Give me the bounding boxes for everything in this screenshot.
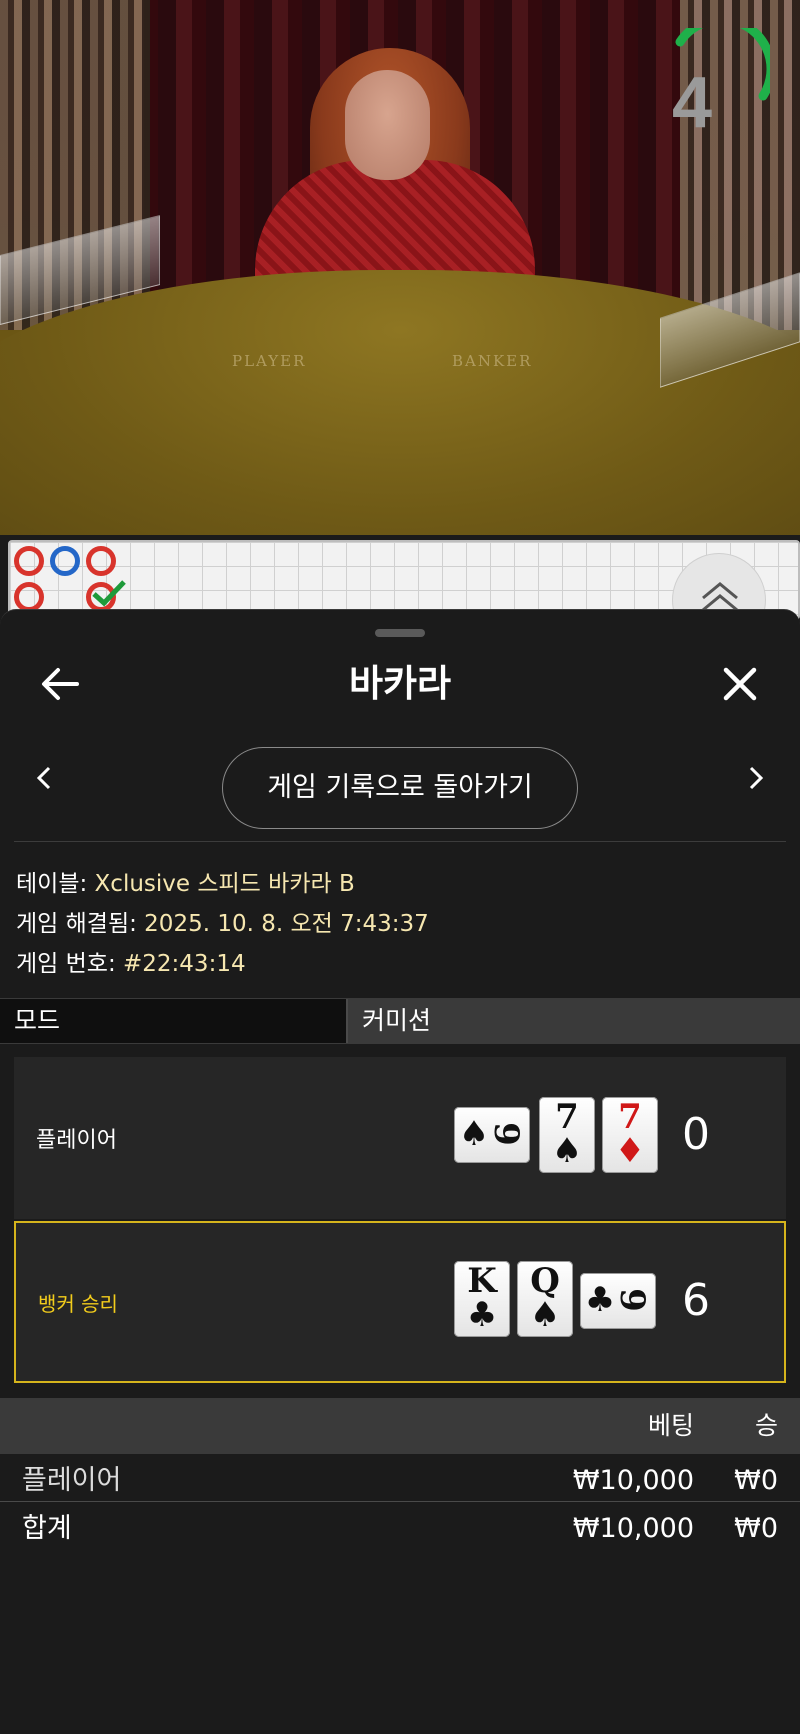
table-info: 테이블: Xclusive 스피드 바카라 B (16, 864, 355, 898)
bet-column-header: 베팅 (647, 1411, 694, 1440)
card-suit: ♦ (614, 1131, 646, 1171)
table-label: 테이블: (16, 871, 95, 897)
card-rank: Q (530, 1261, 560, 1301)
card-suit: ♠ (458, 1114, 490, 1154)
baccarat-table (0, 270, 800, 535)
road-banker-dot (14, 546, 44, 576)
table-row: 플레이어 ₩10,000 ₩0 (0, 1458, 800, 1504)
bet-name: 플레이어 (22, 1465, 122, 1496)
bets-table-header: 베팅 승 (0, 1398, 800, 1454)
card-rank: 7 (618, 1097, 642, 1137)
tie-check-icon (92, 580, 126, 607)
divider (0, 1501, 800, 1502)
total-row: 합계 ₩10,000 ₩0 (0, 1506, 800, 1552)
banker-card-3: 9 ♣ (580, 1273, 656, 1329)
back-to-history-button[interactable]: 게임 기록으로 돌아가기 (222, 747, 578, 829)
player-card-2: 7 ♠ (539, 1097, 595, 1173)
resolved-info: 게임 해결됨: 2025. 10. 8. 오전 7:43:37 (16, 904, 429, 938)
card-suit: ♠ (529, 1295, 561, 1335)
card-suit: ♠ (551, 1131, 583, 1171)
road-banker-dot (86, 546, 116, 576)
close-button[interactable] (710, 654, 770, 714)
drag-handle[interactable] (375, 629, 425, 637)
card-rank: 7 (555, 1097, 579, 1137)
next-game-button[interactable] (736, 758, 776, 798)
total-win-amount: ₩0 (734, 1513, 778, 1544)
game-number-info: 게임 번호: #22:43:14 (16, 944, 246, 978)
bet-amount: ₩10,000 (572, 1465, 694, 1496)
live-video: PLAYER BANKER 4 (0, 0, 800, 535)
tab-commission[interactable]: 커미션 (348, 999, 800, 1043)
player-result: 플레이어 9 ♠ 7 ♠ 7 ♦ 0 (14, 1057, 786, 1219)
previous-game-button[interactable] (24, 758, 64, 798)
card-suit: ♣ (466, 1295, 498, 1335)
dealer-face (345, 70, 430, 180)
game-detail-sheet: 바카라 게임 기록으로 돌아가기 테이블: Xclusive 스피드 바카라 B… (0, 609, 800, 1734)
tab-mode[interactable]: 모드 (0, 999, 348, 1043)
player-score: 0 (682, 1109, 710, 1160)
divider (14, 841, 786, 842)
player-result-label: 플레이어 (36, 1128, 117, 1153)
card-rank: 9 (612, 1288, 652, 1312)
player-card-1: 9 ♠ (454, 1107, 530, 1163)
banker-score: 6 (682, 1275, 710, 1326)
chevron-right-icon (749, 766, 764, 790)
player-card-3: 7 ♦ (602, 1097, 658, 1173)
resolved-value: 2025. 10. 8. 오전 7:43:37 (144, 911, 429, 937)
resolved-label: 게임 해결됨: (16, 911, 145, 937)
felt-player-label: PLAYER (232, 352, 307, 370)
chevron-left-icon (36, 766, 51, 790)
countdown-number: 4 (672, 63, 713, 143)
road-player-dot (50, 546, 80, 576)
sheet-title: 바카라 (348, 662, 452, 705)
card-rank: K (467, 1261, 497, 1301)
card-suit: ♣ (584, 1280, 616, 1320)
banker-win-label: 뱅커 승리 (38, 1291, 118, 1316)
close-icon (723, 667, 757, 701)
banker-card-2: Q ♠ (517, 1261, 573, 1337)
total-bet-amount: ₩10,000 (572, 1513, 694, 1544)
win-amount: ₩0 (734, 1465, 778, 1496)
total-label: 합계 (22, 1513, 72, 1544)
banker-card-1: K ♣ (454, 1261, 510, 1337)
table-value: Xclusive 스피드 바카라 B (94, 871, 355, 897)
win-column-header: 승 (754, 1411, 778, 1440)
card-rank: 9 (486, 1122, 526, 1146)
banker-result: 뱅커 승리 K ♣ Q ♠ 9 ♣ 6 (14, 1221, 786, 1383)
road-banker-dot (14, 582, 44, 612)
felt-banker-label: BANKER (452, 352, 533, 370)
game-number-label: 게임 번호: (16, 951, 124, 977)
game-number-value: #22:43:14 (123, 951, 246, 977)
tab-bar: 모드 커미션 (0, 998, 800, 1044)
